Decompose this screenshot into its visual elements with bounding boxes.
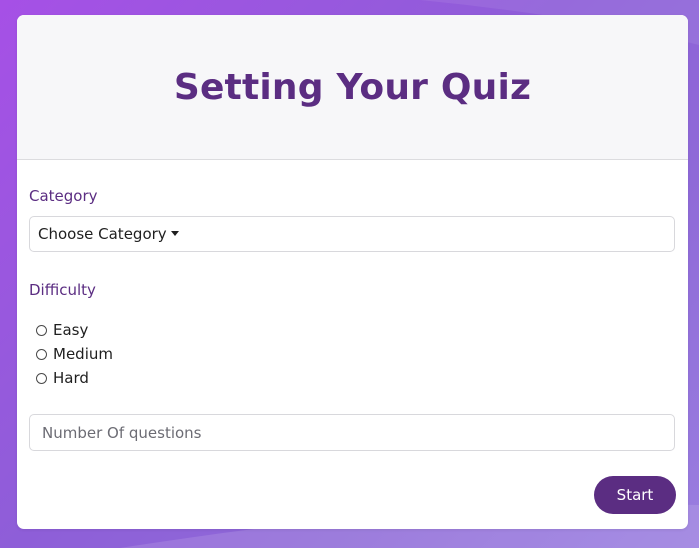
category-label: Category	[29, 187, 98, 205]
radio-hard[interactable]	[36, 372, 47, 384]
quiz-settings-card: Setting Your Quiz Category Choose Catego…	[17, 15, 688, 529]
radio-label-hard: Hard	[53, 369, 89, 387]
radio-label-easy: Easy	[53, 321, 89, 339]
difficulty-option-medium[interactable]: Medium	[36, 345, 113, 363]
page-title: Setting Your Quiz	[173, 66, 532, 108]
difficulty-label: Difficulty	[29, 281, 96, 299]
card-header: Setting Your Quiz	[17, 15, 688, 160]
radio-label-medium: Medium	[53, 345, 113, 363]
category-dropdown[interactable]: Choose Category	[29, 216, 675, 252]
category-selected-text: Choose Category	[38, 225, 167, 243]
start-button[interactable]: Start	[594, 476, 676, 514]
radio-easy[interactable]	[36, 324, 47, 336]
difficulty-option-hard[interactable]: Hard	[36, 369, 89, 387]
radio-medium[interactable]	[36, 348, 47, 360]
number-of-questions-input[interactable]	[29, 414, 675, 451]
difficulty-option-easy[interactable]: Easy	[36, 321, 88, 339]
caret-down-icon	[170, 230, 179, 236]
